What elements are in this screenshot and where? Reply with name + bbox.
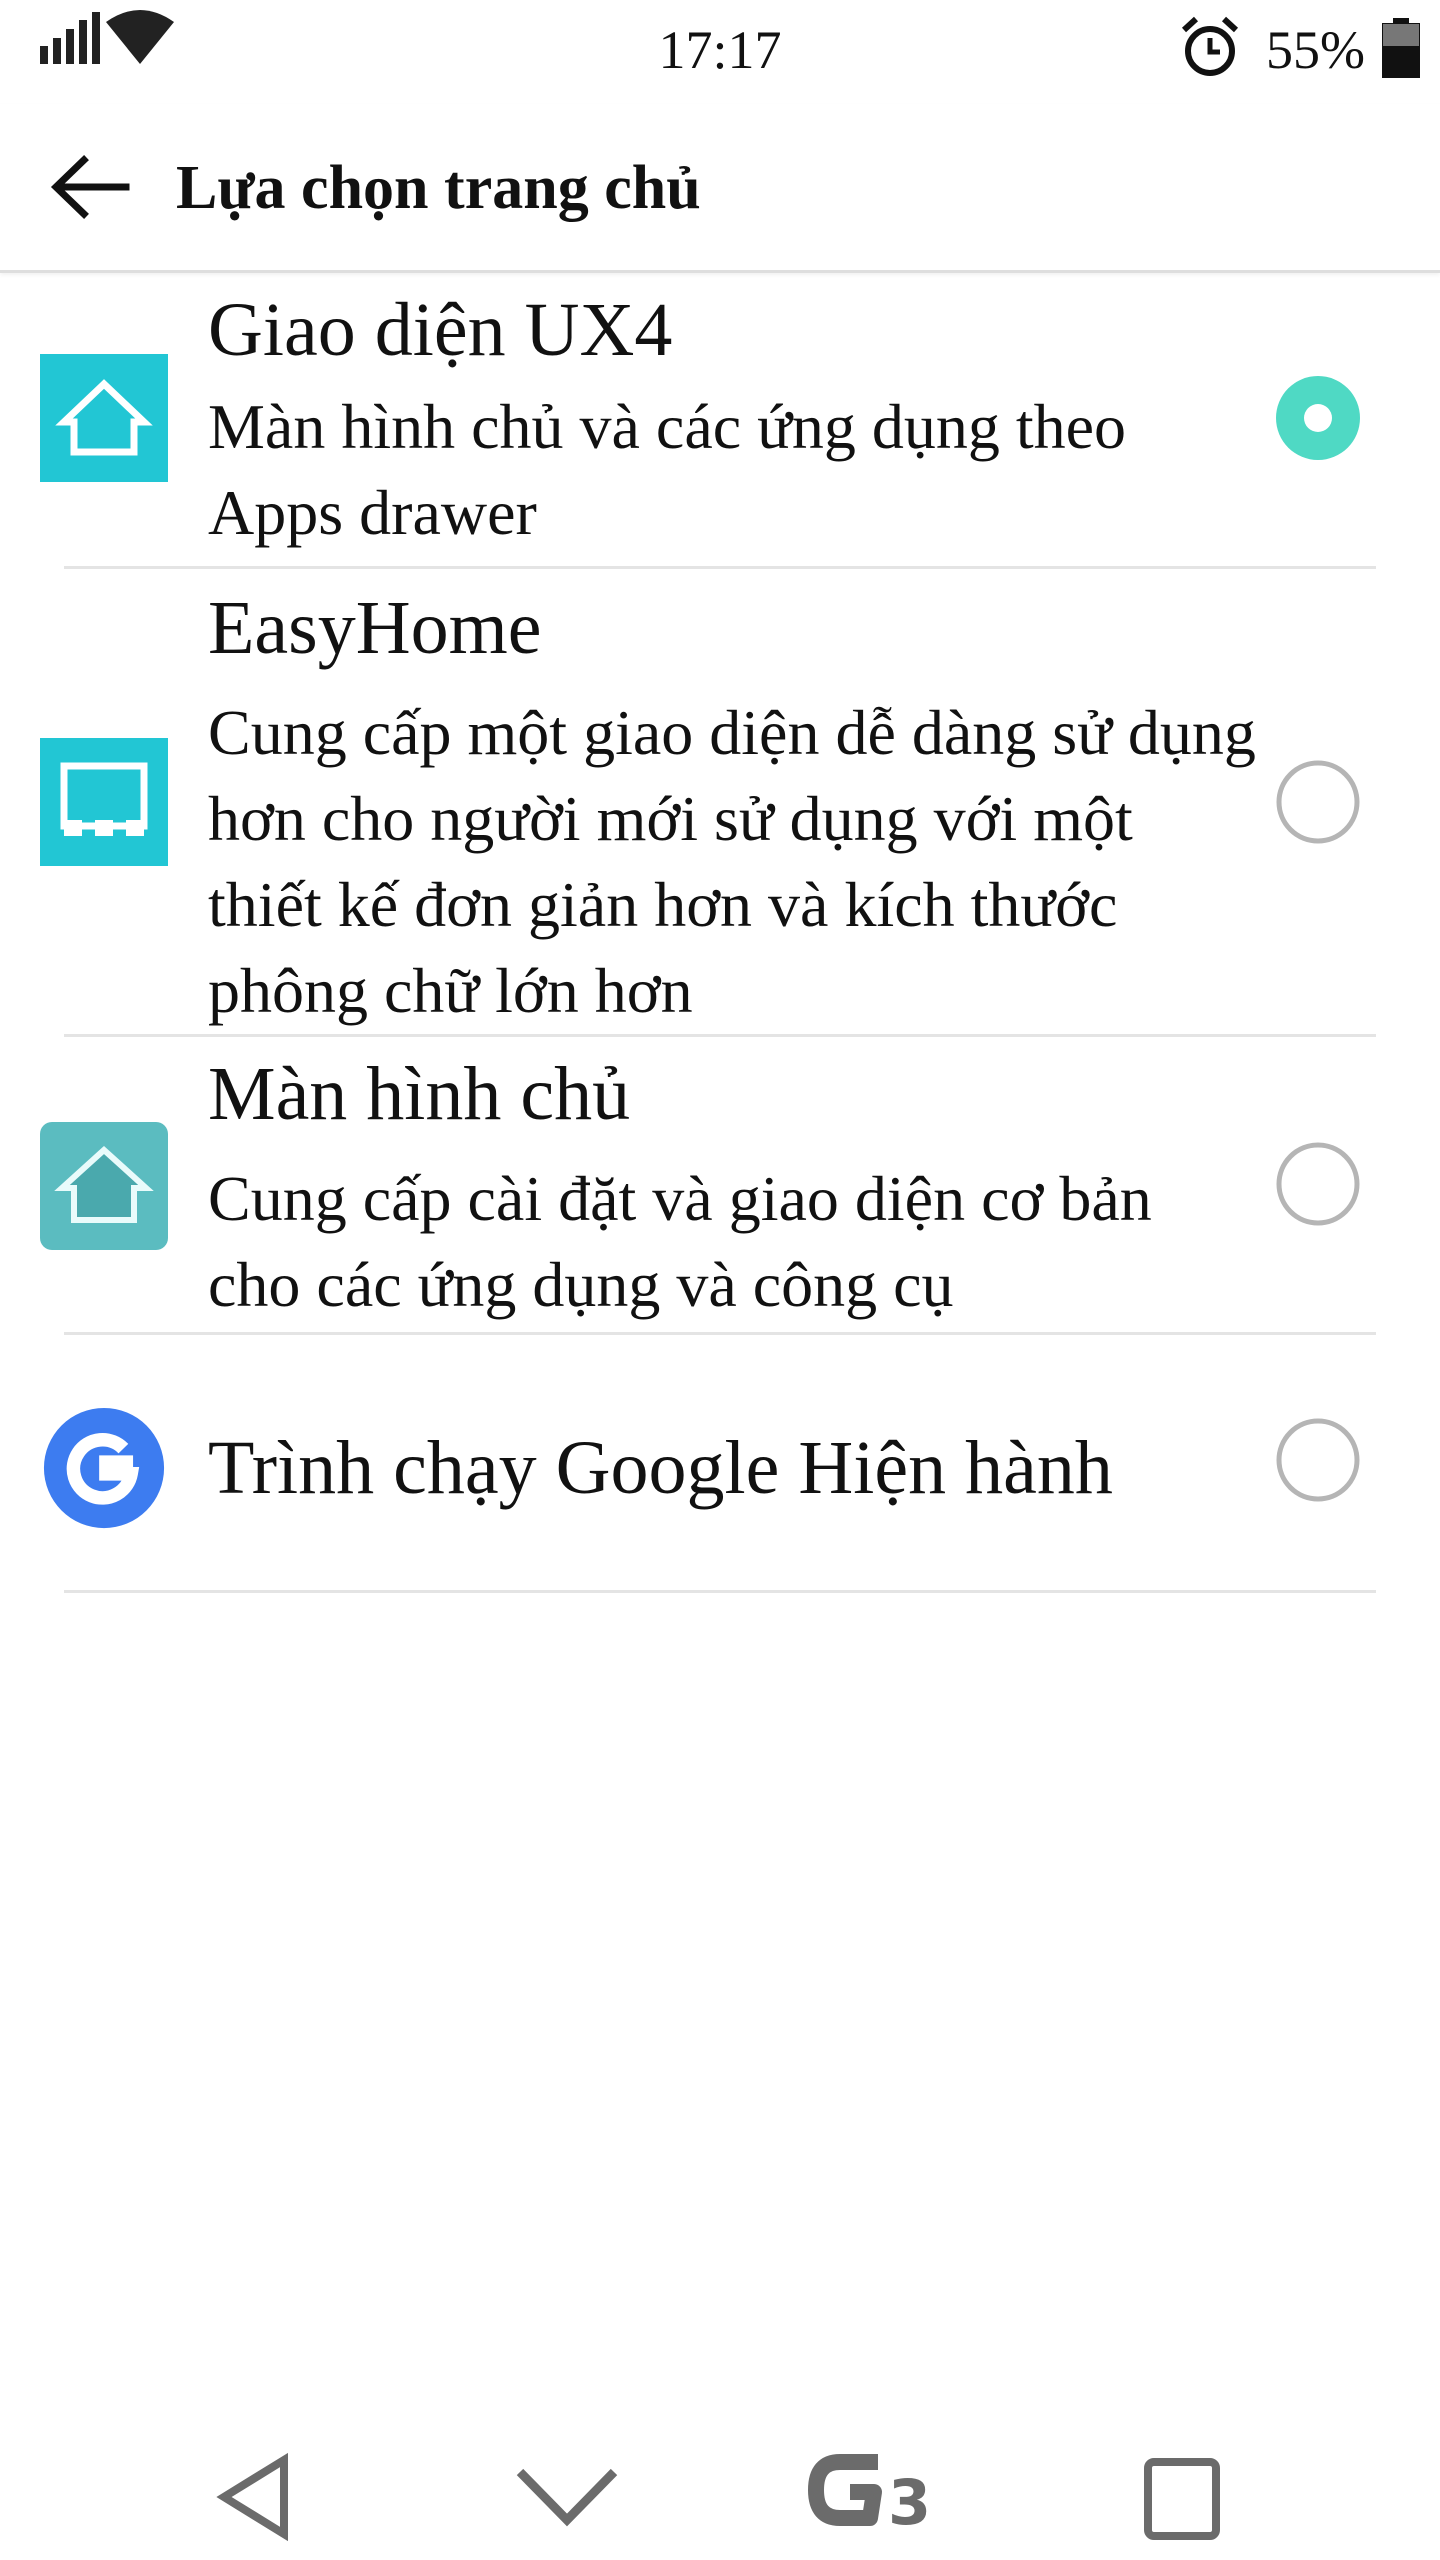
launcher-item-ux4[interactable]: Giao diện UX4 Màn hình chủ và các ứng dụ… [0,272,1440,568]
launcher-item-man-hinh-chu[interactable]: Màn hình chủ Cung cấp cài đặt và giao di… [0,1038,1440,1330]
home-icon [40,1122,168,1250]
divider [64,1590,1376,1593]
launcher-description: Cung cấp cài đặt và giao diện cơ bản cho… [208,1163,1152,1320]
launcher-description: Cung cấp một giao diện dễ dàng sử dụng h… [208,697,1256,1026]
home-icon [40,354,168,482]
launcher-title: Trình chạy Google Hiện hành [208,1426,1113,1510]
recents-icon[interactable] [1142,2456,1222,2542]
launcher-item-google[interactable]: Trình chạy Google Hiện hành [0,1336,1440,1592]
alarm-icon [1181,16,1239,76]
battery-icon [1382,18,1420,78]
arrow-left-icon[interactable] [44,142,134,232]
app-bar: Lựa chọn trang chủ [0,104,1440,273]
launcher-title: Màn hình chủ [208,1052,631,1136]
easyhome-icon [40,738,168,866]
divider [64,1332,1376,1335]
launcher-description: Màn hình chủ và các ứng dụng theo Apps d… [208,391,1126,548]
radio-unselected[interactable] [1276,1142,1360,1226]
battery-percent: 55% [1266,20,1365,80]
radio-selected[interactable] [1276,376,1360,460]
back-icon[interactable] [214,2452,294,2542]
launcher-item-easyhome[interactable]: EasyHome Cung cấp một giao diện dễ dàng … [0,570,1440,1036]
launcher-title: Giao diện UX4 [208,288,673,372]
launcher-title: EasyHome [208,586,542,670]
divider [64,1034,1376,1037]
page-title: Lựa chọn trang chủ [176,154,701,222]
status-bar: 17:17 55% [0,0,1440,104]
g3-home-icon[interactable]: 3 [800,2440,950,2540]
navigation-bar: 3 [0,2400,1440,2560]
notification-down-icon[interactable] [512,2462,622,2532]
divider [64,566,1376,569]
google-icon [43,1407,165,1529]
radio-unselected[interactable] [1276,1418,1360,1502]
svg-text:3: 3 [888,2466,931,2539]
radio-unselected[interactable] [1276,760,1360,844]
